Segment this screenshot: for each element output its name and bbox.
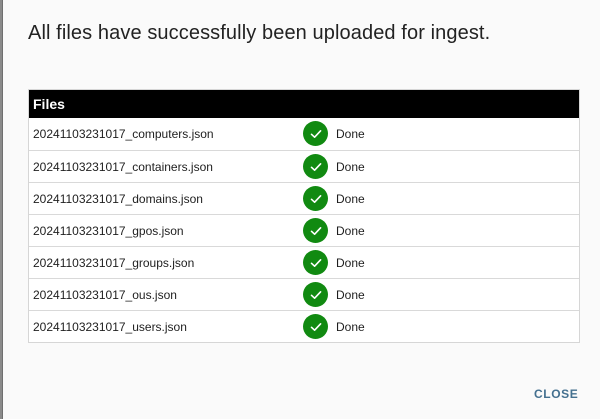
status-text: Done xyxy=(336,159,365,174)
check-circle-icon xyxy=(303,282,328,307)
dialog-title: All files have successfully been uploade… xyxy=(28,22,491,44)
files-table-body: 20241103231017_computers.json Done 2024110… xyxy=(29,118,579,342)
table-row: 20241103231017_ous.json Done xyxy=(29,278,579,310)
status-text: Done xyxy=(336,223,365,238)
files-column-header: Files xyxy=(29,90,579,118)
check-circle-icon xyxy=(303,121,328,146)
check-circle-icon xyxy=(303,186,328,211)
status-text: Done xyxy=(336,319,365,334)
close-button[interactable]: CLOSE xyxy=(534,387,578,401)
table-row: 20241103231017_domains.json Done xyxy=(29,182,579,214)
status-text: Done xyxy=(336,287,365,302)
file-name: 20241103231017_containers.json xyxy=(33,159,213,174)
status-text: Done xyxy=(336,255,365,270)
file-name: 20241103231017_gpos.json xyxy=(33,223,184,238)
file-name: 20241103231017_computers.json xyxy=(33,127,214,141)
file-name: 20241103231017_users.json xyxy=(33,319,187,334)
table-row: 20241103231017_groups.json Done xyxy=(29,246,579,278)
table-row: 20241103231017_gpos.json Done xyxy=(29,214,579,246)
status-text: Done xyxy=(336,191,365,206)
file-name: 20241103231017_groups.json xyxy=(33,255,195,270)
upload-complete-dialog: All files have successfully been uploade… xyxy=(2,0,600,419)
status-text: Done xyxy=(336,127,365,141)
check-circle-icon xyxy=(303,314,328,339)
file-name: 20241103231017_domains.json xyxy=(33,191,203,206)
file-name: 20241103231017_ous.json xyxy=(33,287,177,302)
check-circle-icon xyxy=(303,218,328,243)
table-row: 20241103231017_containers.json Done xyxy=(29,150,579,182)
table-row: 20241103231017_computers.json Done xyxy=(29,118,579,150)
files-table: Files 20241103231017_computers.json Done 2… xyxy=(28,89,580,343)
check-circle-icon xyxy=(303,250,328,275)
check-circle-icon xyxy=(303,154,328,179)
table-row: 20241103231017_users.json Done xyxy=(29,310,579,342)
